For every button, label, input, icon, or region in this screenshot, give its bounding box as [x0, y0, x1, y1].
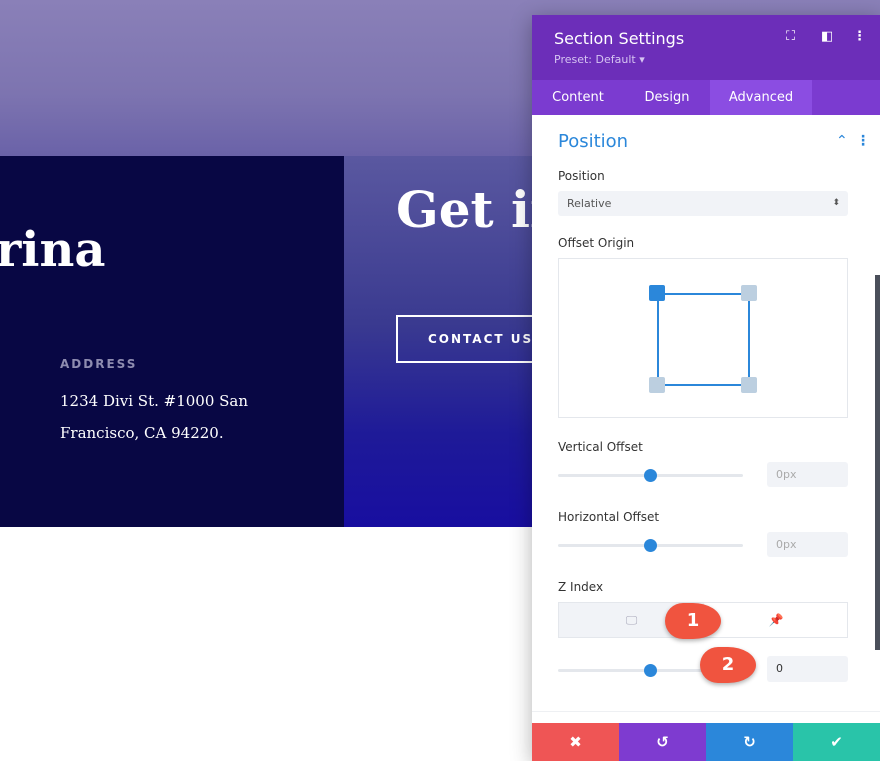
select-arrows-icon: ⬍	[832, 198, 840, 208]
redo-button[interactable]: ↻	[706, 723, 793, 761]
sticky-pin-icon[interactable]: 📌	[704, 603, 848, 637]
tab-bar: Content Design Advanced	[532, 80, 880, 115]
z-index-input[interactable]: 0	[767, 656, 848, 682]
tab-content[interactable]: Content	[542, 80, 614, 115]
z-index-label: Z Index	[558, 580, 604, 594]
address-block	[0, 156, 344, 527]
more-options-icon[interactable]: ⋮	[853, 29, 866, 44]
horizontal-offset-slider[interactable]	[558, 539, 743, 552]
divider	[532, 711, 880, 712]
annotation-badge-1: 1	[665, 603, 721, 639]
slider-knob[interactable]	[644, 664, 657, 677]
contact-heading: Get in touch	[396, 183, 536, 237]
position-label: Position	[558, 169, 605, 183]
contact-us-button[interactable]: CONTACT US	[396, 315, 546, 363]
position-value: Relative	[567, 197, 612, 210]
horizontal-offset-label: Horizontal Offset	[558, 510, 660, 524]
origin-top-right[interactable]	[741, 285, 757, 301]
address-line-1: 1234 Divi St. #1000 San	[60, 392, 249, 410]
section-options-icon[interactable]: ⋮	[856, 133, 870, 149]
page-title-fragment: rina	[0, 222, 106, 278]
tab-advanced[interactable]: Advanced	[710, 80, 812, 115]
vertical-offset-label: Vertical Offset	[558, 440, 643, 454]
slider-knob[interactable]	[644, 539, 657, 552]
position-select[interactable]: Relative ⬍	[558, 191, 848, 216]
offset-origin-picker	[558, 258, 848, 418]
fullscreen-icon[interactable]: ⛶	[786, 29, 795, 44]
cancel-button[interactable]: ✖	[532, 723, 619, 761]
collapse-chevron-icon[interactable]: ⌃	[836, 133, 848, 149]
preset-dropdown[interactable]: Preset: Default ▾	[554, 53, 645, 66]
address-label: ADDRESS	[60, 357, 138, 371]
split-view-icon[interactable]: ◧	[821, 29, 833, 44]
vertical-offset-slider[interactable]	[558, 469, 743, 482]
scrollbar[interactable]	[875, 275, 880, 650]
vertical-offset-input[interactable]: 0px	[767, 462, 848, 487]
horizontal-offset-input[interactable]: 0px	[767, 532, 848, 557]
origin-frame	[657, 293, 750, 386]
panel-header: Section Settings Preset: Default ▾ ⛶ ◧ ⋮	[532, 15, 880, 80]
address-line-2: Francisco, CA 94220.	[60, 424, 224, 442]
panel-title: Section Settings	[554, 29, 685, 48]
section-title[interactable]: Position	[558, 131, 628, 152]
origin-top-left[interactable]	[649, 285, 665, 301]
offset-origin-label: Offset Origin	[558, 236, 635, 250]
save-button[interactable]: ✔	[793, 723, 880, 761]
origin-bottom-right[interactable]	[741, 377, 757, 393]
tab-design[interactable]: Design	[632, 80, 702, 115]
annotation-badge-2: 2	[700, 647, 756, 683]
undo-button[interactable]: ↺	[619, 723, 706, 761]
slider-knob[interactable]	[644, 469, 657, 482]
origin-bottom-left[interactable]	[649, 377, 665, 393]
section-settings-panel: Section Settings Preset: Default ▾ ⛶ ◧ ⋮…	[532, 15, 880, 761]
